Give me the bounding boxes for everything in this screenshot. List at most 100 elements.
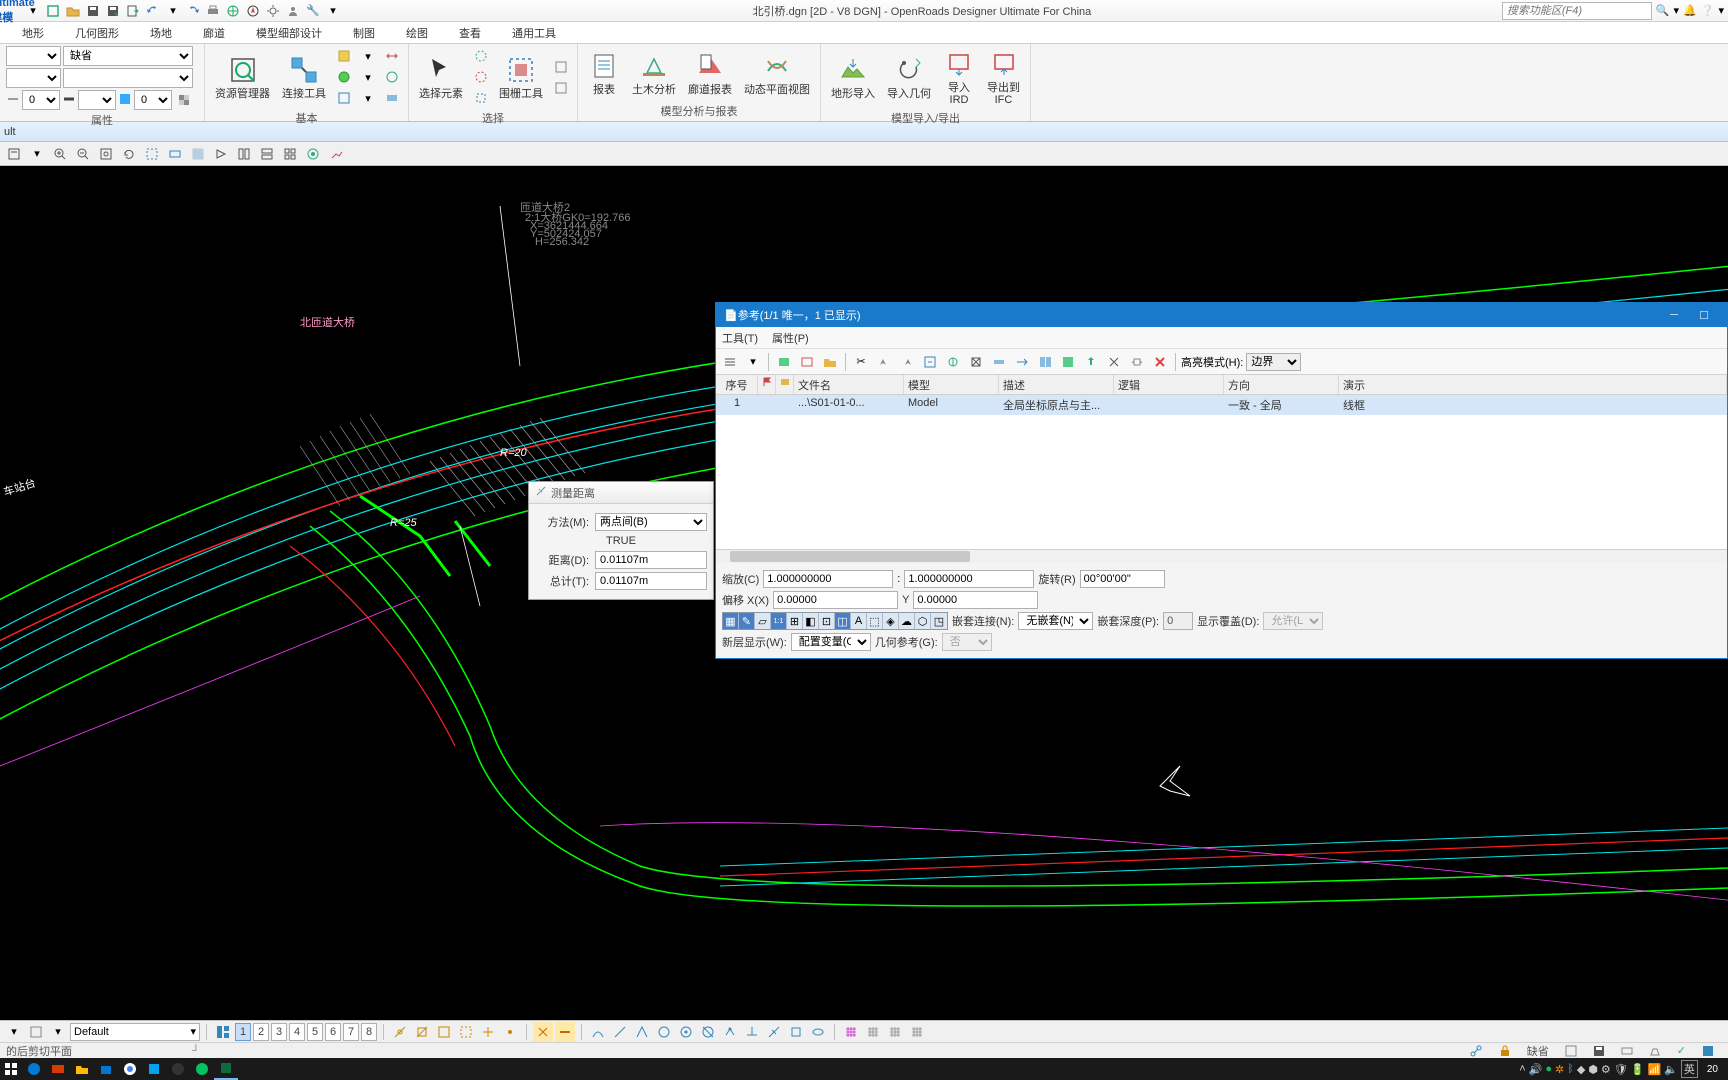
ribbon-search-input[interactable] [1502,2,1652,20]
grid-body[interactable] [716,415,1727,549]
search-icon[interactable]: 🔍 [1656,4,1670,17]
tab-view[interactable]: 查看 [445,22,495,43]
status-icon-6[interactable] [1694,1045,1722,1057]
toggle-4[interactable]: 1:1 [771,613,787,629]
compass-icon[interactable] [244,2,262,20]
ref-attach-icon[interactable] [774,352,794,372]
snap-5-icon[interactable] [478,1022,498,1042]
window-area-icon[interactable] [142,144,162,164]
snap-mode-2[interactable] [610,1022,630,1042]
fit-view-icon[interactable] [96,144,116,164]
col-present[interactable]: 演示 [1339,375,1727,394]
snap-1-icon[interactable] [390,1022,410,1042]
view-4[interactable]: 4 [289,1023,305,1041]
toggle-10[interactable]: ⬚ [867,613,883,629]
view-tb-13[interactable] [303,144,323,164]
app-menu[interactable]: Ultimate 建模 [4,2,22,20]
redo-icon[interactable] [184,2,202,20]
grid-hscroll[interactable] [716,549,1727,563]
status-icon-5[interactable]: ✓ [1669,1044,1694,1057]
maximize-button[interactable]: ☐ [1689,309,1719,322]
tb-obs-icon[interactable] [166,1058,190,1080]
attr-dd-5[interactable]: 0 [22,90,60,110]
connect-tool-button[interactable]: 连接工具 [278,52,330,102]
snap-mode-1[interactable] [588,1022,608,1042]
tray-battery-icon[interactable]: 🔋 [1631,1063,1645,1076]
small-btn-4[interactable]: ▾ [358,46,378,66]
rotation-input[interactable] [1080,570,1165,588]
tb-app2-icon[interactable] [214,1058,238,1080]
col-seq[interactable]: 序号 [716,375,758,394]
ref-tb-16[interactable] [1104,352,1124,372]
offset-y-input[interactable] [913,591,1038,609]
ref-tb-14[interactable] [1058,352,1078,372]
level-dd-1[interactable] [6,46,61,66]
person-icon[interactable] [284,2,302,20]
view-5[interactable]: 5 [307,1023,323,1041]
view-3[interactable]: 3 [271,1023,287,1041]
small-btn-3[interactable] [334,88,354,108]
tray-icon-1[interactable]: 🔊 [1529,1063,1543,1076]
col-dir[interactable]: 方向 [1224,375,1339,394]
scale-input-1[interactable] [763,570,893,588]
minimize-button[interactable]: ─ [1659,309,1689,321]
view-7[interactable]: 7 [343,1023,359,1041]
civil-analysis-button[interactable]: 土木分析 [628,48,680,98]
print-icon[interactable] [204,2,222,20]
rotate-icon[interactable] [119,144,139,164]
toggle-7[interactable]: ⊡ [819,613,835,629]
snap-mode-7[interactable] [720,1022,740,1042]
tab-model-detail[interactable]: 模型细部设计 [242,22,336,43]
disp-overlay-select[interactable]: 允许(L) [1263,612,1323,630]
tab-terrain[interactable]: 地形 [8,22,58,43]
vc-dd-icon[interactable]: ▾ [4,1022,24,1042]
tb-app-icon[interactable] [142,1058,166,1080]
attr-dd-4[interactable] [63,68,193,88]
vc-dd-2-icon[interactable]: ▾ [48,1022,68,1042]
zoom-in-icon[interactable] [50,144,70,164]
vc-btn-1[interactable] [26,1022,46,1042]
view-2[interactable]: 2 [253,1023,269,1041]
status-icon-3[interactable] [1613,1045,1641,1057]
tb-chrome-icon[interactable] [118,1058,142,1080]
vt-dd-icon[interactable]: ▾ [27,144,47,164]
pan-icon[interactable] [165,144,185,164]
snap-2-icon[interactable] [412,1022,432,1042]
snap-mode-8[interactable] [742,1022,762,1042]
sel-btn-4[interactable] [551,57,571,77]
ref-tb-12[interactable] [1012,352,1032,372]
references-dialog[interactable]: 📄 参考(1/1 唯一，1 已显示) ─ ☐ 工具(T) 属性(P) ▾ ✂ 高… [715,302,1728,659]
status-snap-icon[interactable] [1461,1044,1491,1058]
display-toggles[interactable]: ▦ ✎ ▱ 1:1 ⊞ ◧ ⊡ ◫ A ⬚ ◈ ☁ ⬡ ◳ [722,612,948,630]
snap-mode-9[interactable] [764,1022,784,1042]
toggle-12[interactable]: ☁ [899,613,915,629]
snap-4-icon[interactable] [456,1022,476,1042]
view-tb-12[interactable] [280,144,300,164]
view-attrs-icon[interactable] [4,144,24,164]
scale-input-2[interactable] [904,570,1034,588]
report-button[interactable]: 报表 [584,48,624,98]
save-as-icon[interactable] [104,2,122,20]
ref-tb-dd[interactable]: ▾ [743,352,763,372]
nest-depth-input[interactable] [1163,612,1193,630]
tray-volume-icon[interactable]: 🔈 [1664,1063,1678,1076]
undo-dd-icon[interactable]: ▾ [164,2,182,20]
tb-edge-icon[interactable] [22,1058,46,1080]
small-btn-6[interactable]: ▾ [358,88,378,108]
settings-icon[interactable] [264,2,282,20]
ref-dialog-titlebar[interactable]: 📄 参考(1/1 唯一，1 已显示) ─ ☐ [716,303,1727,327]
status-icon-1[interactable] [1557,1045,1585,1057]
tb-explorer-icon[interactable] [70,1058,94,1080]
snap-7-icon[interactable] [533,1022,553,1042]
view-tb-14[interactable] [326,144,346,164]
tab-drawing[interactable]: 绘图 [392,22,442,43]
snap-6-icon[interactable] [500,1022,520,1042]
dialog-titlebar[interactable]: 测量距离 [529,482,713,504]
config-dropdown[interactable]: Default▾ [70,1023,200,1041]
col-flag2[interactable] [776,375,794,394]
start-button[interactable] [0,1058,22,1080]
small-btn-2[interactable] [334,67,354,87]
view-prev-icon[interactable] [188,144,208,164]
attr-dd-6[interactable] [78,90,116,110]
status-icon-4[interactable] [1641,1045,1669,1057]
